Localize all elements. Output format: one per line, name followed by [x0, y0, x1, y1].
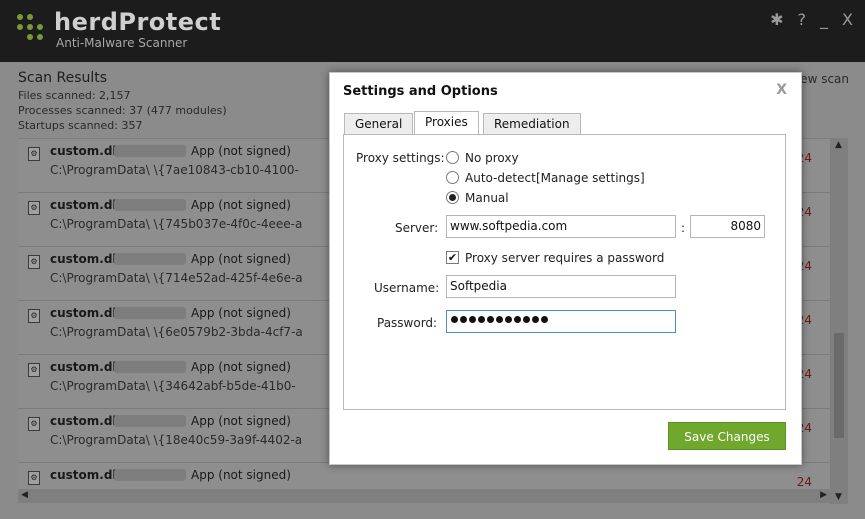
result-file-name: custom.dll	[50, 468, 121, 482]
username-label: Username:	[374, 281, 440, 295]
result-path: C:\ProgramData\ \{7ae10843-cb10-4100-	[50, 163, 299, 177]
result-file-name: custom.dll	[50, 360, 121, 374]
password-mask	[451, 316, 548, 323]
window-controls: ✱ ? _ X	[770, 10, 853, 29]
result-row[interactable]: ⚙custom.dllApp (not signed)C:\ProgramDat…	[18, 463, 830, 490]
scroll-left-icon[interactable]: ◀	[21, 490, 28, 500]
file-icon: ⚙	[28, 471, 40, 485]
auto-detect-label[interactable]: Auto-detect	[465, 171, 536, 185]
result-file-name: custom.dll	[50, 144, 121, 158]
username-input[interactable]: Softpedia	[446, 275, 676, 298]
file-icon: ⚙	[28, 417, 40, 431]
scroll-thumb[interactable]	[834, 333, 844, 438]
vertical-scrollbar[interactable]: ▲ ▼	[830, 138, 848, 504]
manage-settings-link[interactable]: [Manage settings]	[536, 171, 645, 185]
settings-dialog: Settings and Options X General Proxies R…	[329, 72, 802, 465]
result-path: C:\ProgramData\ \{714e52ad-425f-4e6e-a	[50, 271, 303, 285]
scroll-right-icon[interactable]: ▶	[820, 490, 827, 500]
tab-remediation[interactable]: Remediation	[483, 113, 581, 135]
requires-password-checkbox[interactable]: ✔	[446, 251, 459, 264]
result-signature: App (not signed)	[191, 468, 291, 482]
no-proxy-radio[interactable]	[446, 151, 459, 164]
result-file-name: custom.dll	[50, 306, 121, 320]
app-name: herdProtect	[54, 8, 222, 36]
minimize-icon[interactable]: _	[820, 10, 828, 29]
file-icon: ⚙	[28, 363, 40, 377]
scroll-down-icon[interactable]: ▼	[835, 492, 842, 502]
scan-stats: Files scanned: 2,157 Processes scanned: …	[18, 88, 227, 133]
help-icon[interactable]: ?	[798, 10, 807, 29]
blurred-publisher	[114, 469, 186, 481]
server-label: Server:	[395, 221, 439, 235]
app-header: herdProtect Anti-Malware Scanner ✱ ? _ X	[0, 0, 865, 62]
scroll-up-icon[interactable]: ▲	[835, 140, 842, 150]
file-icon: ⚙	[28, 147, 40, 161]
file-icon: ⚙	[28, 309, 40, 323]
result-path: C:\ProgramData\ \{18e40c59-3a9f-4402-a	[50, 433, 303, 447]
blurred-publisher	[114, 145, 186, 157]
scan-results-title: Scan Results	[18, 70, 108, 86]
blurred-publisher	[114, 253, 186, 265]
port-separator: :	[681, 221, 686, 235]
tab-proxies[interactable]: Proxies	[414, 111, 479, 134]
requires-password-label[interactable]: Proxy server requires a password	[465, 251, 664, 265]
blurred-publisher	[114, 307, 186, 319]
tab-general[interactable]: General	[344, 113, 414, 135]
result-count: 24	[796, 475, 812, 489]
result-file-name: custom.dll	[50, 414, 121, 428]
password-input[interactable]	[446, 310, 676, 333]
dialog-title: Settings and Options	[343, 84, 498, 99]
app-subtitle: Anti-Malware Scanner	[56, 36, 188, 50]
manual-radio[interactable]	[446, 191, 459, 204]
result-file-name: custom.dll	[50, 198, 121, 212]
result-signature: App (not signed)	[191, 144, 291, 158]
result-signature: App (not signed)	[191, 306, 291, 320]
blurred-publisher	[114, 415, 186, 427]
result-signature: App (not signed)	[191, 360, 291, 374]
herdprotect-logo-icon	[17, 14, 53, 50]
dialog-close-icon[interactable]: X	[776, 82, 787, 98]
result-path: C:\ProgramData\ \{745b037e-4f0c-4eee-a	[50, 217, 303, 231]
horizontal-scrollbar[interactable]: ◀ ▶	[18, 489, 830, 503]
port-input[interactable]: 8080	[690, 215, 765, 238]
startups-scanned: Startups scanned: 357	[18, 119, 143, 132]
processes-scanned: Processes scanned: 37 (477 modules)	[18, 104, 227, 117]
manual-label[interactable]: Manual	[465, 191, 509, 205]
result-file-name: custom.dll	[50, 252, 121, 266]
proxies-panel: Proxy settings: No proxy Auto-detect [Ma…	[343, 134, 786, 410]
result-signature: App (not signed)	[191, 198, 291, 212]
proxy-settings-label: Proxy settings:	[356, 151, 445, 165]
result-path: C:\ProgramData\ \{6e0579b2-3bda-4cf7-a	[50, 325, 303, 339]
save-changes-button[interactable]: Save Changes	[668, 422, 786, 450]
settings-icon[interactable]: ✱	[770, 10, 783, 29]
server-input[interactable]: www.softpedia.com	[446, 215, 676, 238]
blurred-publisher	[114, 199, 186, 211]
result-signature: App (not signed)	[191, 252, 291, 266]
files-scanned: Files scanned: 2,157	[18, 89, 131, 102]
file-icon: ⚙	[28, 255, 40, 269]
no-proxy-label[interactable]: No proxy	[465, 151, 519, 165]
close-icon[interactable]: X	[842, 10, 853, 29]
password-label: Password:	[377, 316, 438, 330]
file-icon: ⚙	[28, 201, 40, 215]
result-path: C:\ProgramData\ \{34642abf-b5de-41b0-	[50, 379, 296, 393]
auto-detect-radio[interactable]	[446, 171, 459, 184]
blurred-publisher	[114, 361, 186, 373]
result-signature: App (not signed)	[191, 414, 291, 428]
